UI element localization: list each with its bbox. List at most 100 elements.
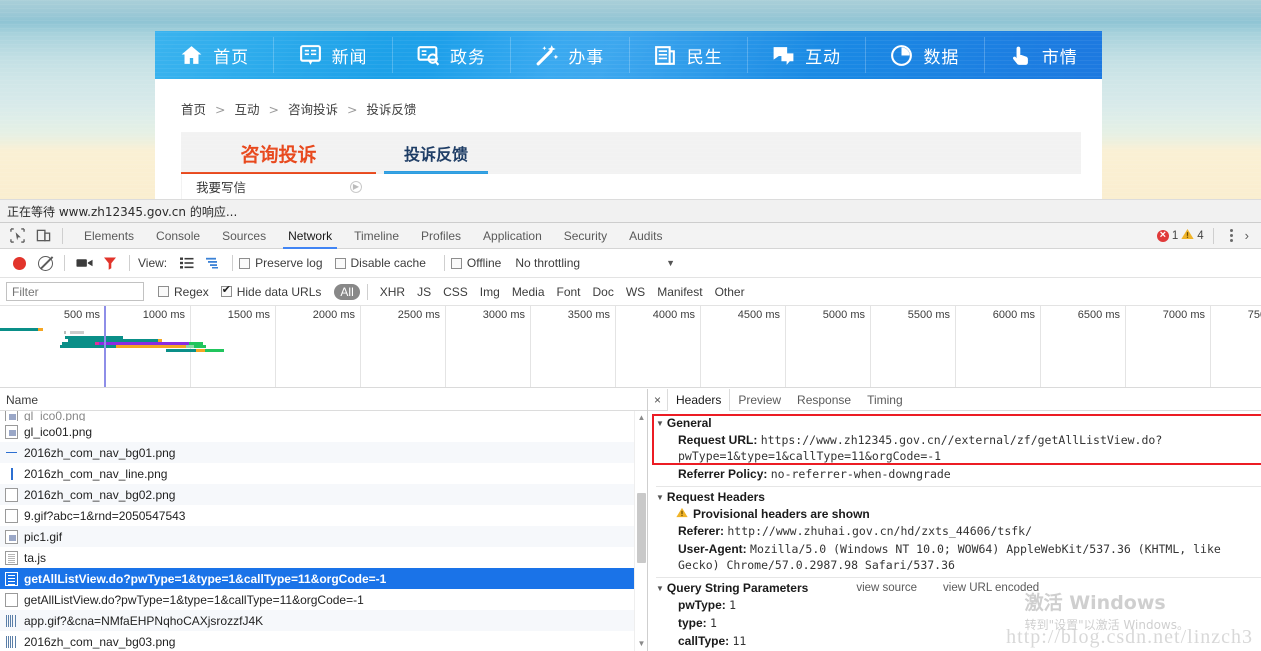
row-name: 2016zh_com_nav_bg02.png bbox=[24, 487, 176, 502]
table-row[interactable]: 2016zh_com_nav_bg02.png bbox=[0, 484, 647, 505]
inspect-cursor-icon[interactable] bbox=[4, 224, 30, 248]
camera-icon[interactable] bbox=[71, 251, 97, 275]
nav-item-interaction[interactable]: 互动 bbox=[746, 31, 865, 79]
network-overview-timeline[interactable]: 500 ms 1000 ms 1500 ms 2000 ms 2500 ms 3… bbox=[0, 306, 1261, 388]
timeline-tick-label: 6000 ms bbox=[992, 309, 1035, 321]
filter-type-media[interactable]: Media bbox=[507, 284, 550, 300]
scroll-down-arrow-icon[interactable]: ▼ bbox=[635, 637, 648, 649]
table-row[interactable]: 2016zh_com_nav_bg03.png bbox=[0, 631, 647, 651]
checkbox-box bbox=[450, 257, 462, 269]
waterfall-bar bbox=[166, 349, 196, 352]
tab-profiles[interactable]: Profiles bbox=[410, 223, 472, 249]
checkbox-box bbox=[239, 257, 251, 269]
tab-audits[interactable]: Audits bbox=[618, 223, 673, 249]
tab-consult-complaint[interactable]: 咨询投诉 bbox=[181, 132, 376, 174]
nav-item-home[interactable]: 首页 bbox=[155, 31, 273, 79]
table-row[interactable]: getAllListView.do?pwType=1&type=1&callTy… bbox=[0, 568, 647, 589]
tab-timeline[interactable]: Timeline bbox=[343, 223, 410, 249]
filter-type-doc[interactable]: Doc bbox=[588, 284, 619, 300]
section-request-headers[interactable]: ▼ Request Headers bbox=[656, 490, 1261, 504]
tab-elements[interactable]: Elements bbox=[73, 223, 145, 249]
filter-type-css[interactable]: CSS bbox=[438, 284, 473, 300]
nav-item-data[interactable]: 数据 bbox=[865, 31, 983, 79]
tab-headers[interactable]: Headers bbox=[668, 389, 731, 411]
table-row[interactable]: ta.js bbox=[0, 547, 647, 568]
list-view-icon[interactable] bbox=[174, 251, 200, 275]
breadcrumb-item-home[interactable]: 首页 bbox=[181, 102, 206, 117]
filter-type-img[interactable]: Img bbox=[475, 284, 505, 300]
offline-checkbox[interactable]: Offline bbox=[450, 256, 501, 270]
waterfall-view-icon[interactable] bbox=[200, 251, 226, 275]
nav-item-city[interactable]: 市情 bbox=[983, 31, 1102, 79]
filter-type-ws[interactable]: WS bbox=[621, 284, 650, 300]
tab-security[interactable]: Security bbox=[553, 223, 618, 249]
breadcrumb-item-feedback[interactable]: 投诉反馈 bbox=[366, 102, 416, 117]
error-badge[interactable]: × 1 bbox=[1156, 229, 1178, 242]
nav-item-services[interactable]: 办事 bbox=[510, 31, 628, 79]
throttling-select[interactable]: No throttling bbox=[515, 256, 580, 270]
tab-label: Security bbox=[563, 228, 608, 243]
table-row[interactable]: getAllListView.do?pwType=1&type=1&callTy… bbox=[0, 589, 647, 610]
tab-label: Profiles bbox=[421, 228, 462, 243]
view-source-link[interactable]: view source bbox=[856, 582, 917, 594]
request-list[interactable]: gl_ico0.png gl_ico01.png 2016zh_com_nav_… bbox=[0, 411, 647, 651]
table-row[interactable]: 9.gif?abc=1&rnd=2050547543 bbox=[0, 505, 647, 526]
view-url-encoded-link[interactable]: view URL encoded bbox=[943, 582, 1039, 594]
device-toolbar-icon[interactable] bbox=[30, 224, 56, 248]
table-row[interactable]: pic1.gif bbox=[0, 526, 647, 547]
hide-data-urls-checkbox[interactable]: Hide data URLs bbox=[220, 283, 321, 299]
request-list-scrollbar[interactable]: ▲ ▼ bbox=[634, 411, 647, 651]
nav-item-news[interactable]: 新闻 bbox=[273, 31, 391, 79]
scroll-up-arrow-icon[interactable]: ▲ bbox=[635, 411, 648, 423]
table-row[interactable]: gl_ico0.png bbox=[0, 411, 647, 421]
query-param-row: callType: 11 bbox=[656, 633, 1261, 649]
timeline-cursor[interactable] bbox=[104, 306, 106, 387]
filter-type-font[interactable]: Font bbox=[552, 284, 586, 300]
request-list-header[interactable]: Name bbox=[0, 389, 647, 411]
tab-preview[interactable]: Preview bbox=[730, 389, 789, 410]
waterfall-bar bbox=[64, 331, 66, 334]
filter-type-xhr[interactable]: XHR bbox=[375, 284, 410, 300]
sidebar-item-write-letter[interactable]: 我要写信 ▶ bbox=[181, 174, 376, 199]
breadcrumb-item-interaction[interactable]: 互动 bbox=[234, 102, 259, 117]
kebab-menu-icon[interactable] bbox=[1223, 229, 1240, 242]
wand-icon bbox=[534, 43, 559, 68]
tab-console[interactable]: Console bbox=[145, 223, 211, 249]
query-param-row: type: 1 bbox=[656, 615, 1261, 631]
clear-icon[interactable] bbox=[32, 251, 58, 275]
table-row[interactable]: 2016zh_com_nav_line.png bbox=[0, 463, 647, 484]
nav-item-government[interactable]: 政务 bbox=[391, 31, 510, 79]
triangle-down-icon: ▼ bbox=[656, 418, 664, 428]
filter-type-js[interactable]: JS bbox=[412, 284, 436, 300]
timeline-tick-label: 2500 ms bbox=[397, 309, 440, 321]
filter-type-all[interactable]: All bbox=[334, 283, 360, 300]
filter-input[interactable] bbox=[6, 282, 144, 301]
tab-application[interactable]: Application bbox=[472, 223, 553, 249]
param-value: 1 bbox=[710, 616, 717, 630]
tab-network[interactable]: Network bbox=[277, 223, 343, 249]
filter-type-manifest[interactable]: Manifest bbox=[652, 284, 707, 300]
timeline-tick-label: 7500 ms bbox=[1247, 309, 1261, 321]
section-general[interactable]: ▼ General bbox=[656, 416, 1261, 430]
filter-type-other[interactable]: Other bbox=[710, 284, 750, 300]
table-row[interactable]: 2016zh_com_nav_bg01.png bbox=[0, 442, 647, 463]
tab-sources[interactable]: Sources bbox=[211, 223, 277, 249]
close-icon[interactable]: × bbox=[648, 389, 668, 410]
record-button[interactable] bbox=[6, 251, 32, 275]
regex-checkbox[interactable]: Regex bbox=[158, 285, 209, 299]
nav-item-livelihood[interactable]: 民生 bbox=[628, 31, 747, 79]
chevron-right-icon[interactable]: › bbox=[1243, 228, 1251, 243]
chevron-down-icon[interactable]: ▼ bbox=[666, 258, 675, 268]
tab-response[interactable]: Response bbox=[789, 389, 859, 410]
section-query-string[interactable]: ▼ Query String Parameters view source vi… bbox=[656, 581, 1261, 595]
breadcrumb-item-complaint[interactable]: 咨询投诉 bbox=[288, 102, 338, 117]
tab-timing[interactable]: Timing bbox=[859, 389, 911, 410]
tab-complaint-feedback[interactable]: 投诉反馈 bbox=[376, 132, 496, 174]
warning-badge[interactable]: 4 bbox=[1181, 228, 1204, 243]
network-filter-bar: Regex Hide data URLs All XHR JS CSS Img … bbox=[0, 278, 1261, 306]
funnel-icon[interactable] bbox=[97, 251, 123, 275]
preserve-log-checkbox[interactable]: Preserve log bbox=[239, 256, 323, 270]
table-row[interactable]: app.gif?&cna=NMfaEHPNqhoCAXjsrozzfJ4K bbox=[0, 610, 647, 631]
disable-cache-checkbox[interactable]: Disable cache bbox=[334, 256, 426, 270]
table-row[interactable]: gl_ico01.png bbox=[0, 421, 647, 442]
